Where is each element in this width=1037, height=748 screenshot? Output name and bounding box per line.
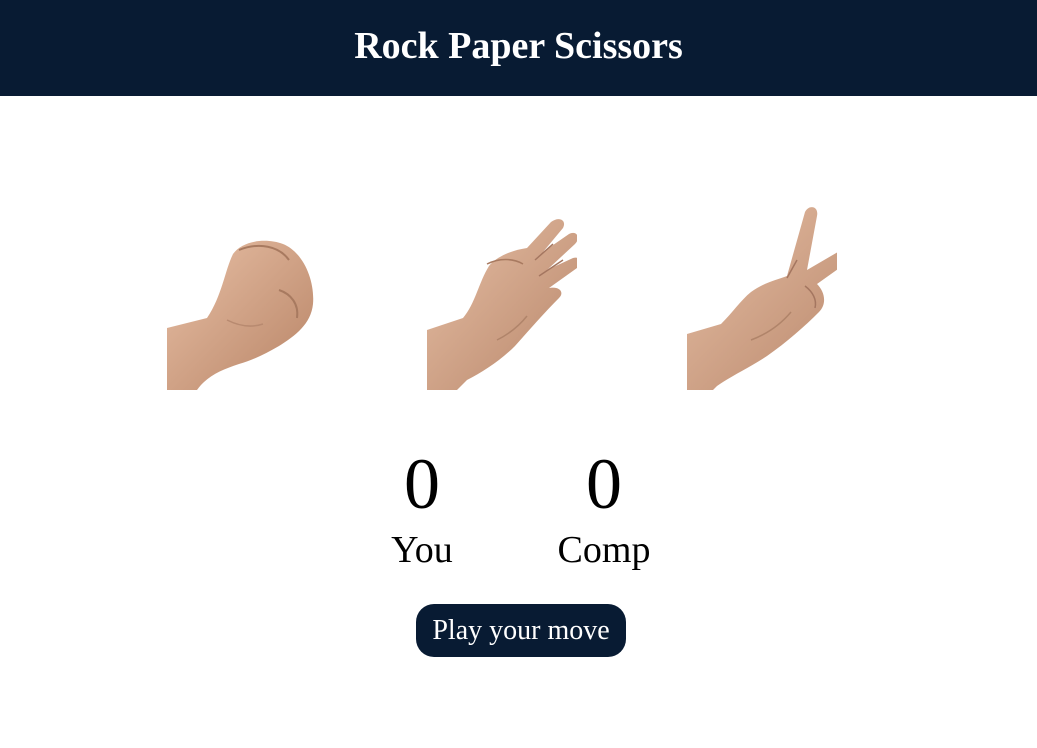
user-score: 0 (404, 444, 440, 524)
paper-hand-icon (427, 219, 577, 390)
page-title: Rock Paper Scissors (354, 25, 683, 67)
rock-hand-icon (167, 240, 314, 390)
comp-score: 0 (586, 444, 622, 524)
paper-choice[interactable] (427, 200, 577, 390)
scissors-hand-icon (687, 207, 837, 390)
scissors-choice[interactable] (687, 200, 837, 390)
play-message-button[interactable]: Play your move (416, 604, 626, 657)
comp-score-box: 0 Comp (544, 440, 664, 572)
user-score-label: You (391, 529, 453, 571)
header-bar: Rock Paper Scissors (0, 0, 1037, 96)
comp-score-label: Comp (557, 529, 651, 571)
user-score-box: 0 You (372, 440, 472, 572)
rock-choice[interactable] (167, 200, 317, 390)
